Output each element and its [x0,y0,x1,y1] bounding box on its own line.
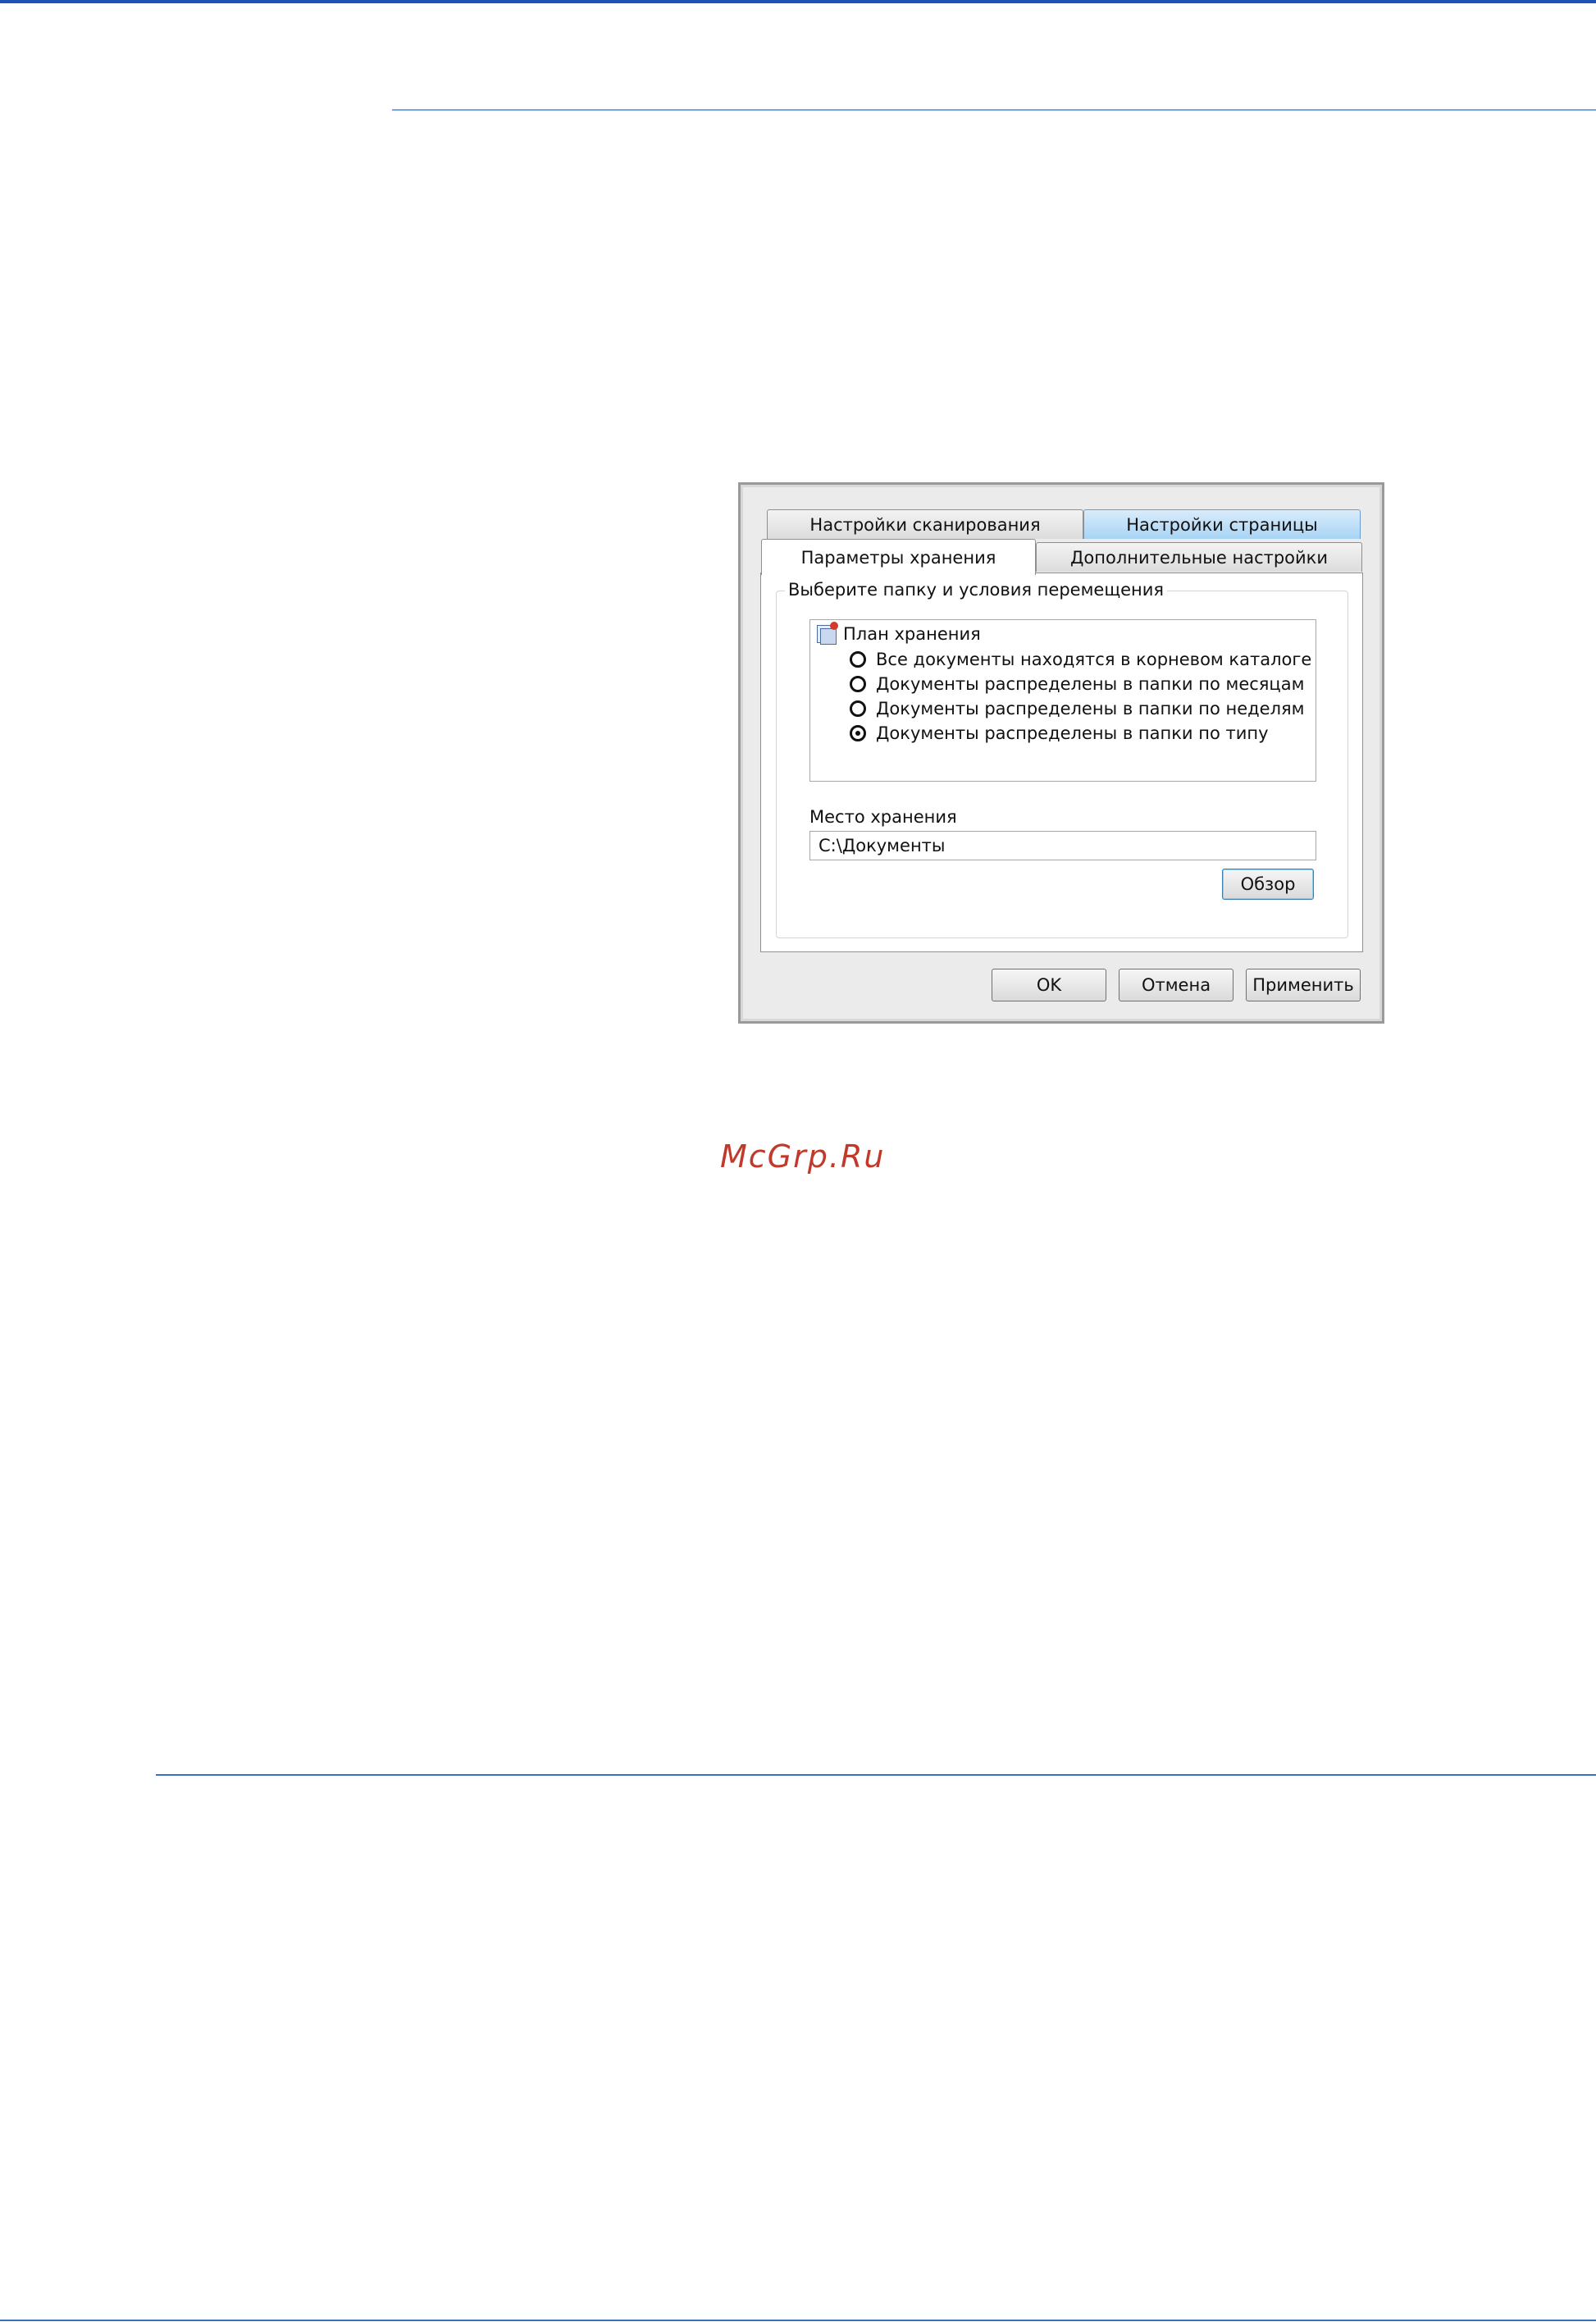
option-label: Документы распределены в папки по месяца… [876,674,1305,694]
bottom-rule [0,2320,1596,2321]
top-rule [0,0,1596,3]
footer-rule [156,1774,1596,1776]
apply-button[interactable]: Применить [1246,969,1361,1001]
option-label: Документы распределены в папки по неделя… [876,699,1305,718]
option-by-week[interactable]: Документы распределены в папки по неделя… [850,699,1304,718]
watermark-text: McGrp.Ru [720,1138,886,1175]
option-label: Документы распределены в папки по типу [876,723,1269,743]
ok-button[interactable]: OK [992,969,1106,1001]
radio-button[interactable] [850,700,866,717]
storage-plan-icon [815,622,838,645]
radio-button[interactable] [850,676,866,692]
tab-advanced-settings[interactable]: Дополнительные настройки [1036,542,1362,572]
tab-storage-options[interactable]: Параметры хранения [761,539,1036,575]
radio-button-selected[interactable] [850,725,866,741]
folder-conditions-group: Выберите папку и условия перемещения Пла… [776,580,1348,938]
storage-location-input[interactable] [809,831,1316,860]
tab-scan-settings[interactable]: Настройки сканирования [767,509,1083,539]
storage-location-label: Место хранения [809,807,957,827]
tree-root-label: План хранения [843,624,981,644]
option-by-type[interactable]: Документы распределены в папки по типу [850,723,1269,743]
tab-panel: Выберите папку и условия перемещения Пла… [760,573,1363,952]
header-rule [392,109,1596,111]
group-label: Выберите папку и условия перемещения [785,580,1168,600]
tree-root-storage-plan[interactable]: План хранения [815,622,981,645]
option-by-month[interactable]: Документы распределены в папки по месяца… [850,674,1304,694]
radio-button[interactable] [850,651,866,668]
tab-page-settings[interactable]: Настройки страницы [1083,509,1361,539]
storage-settings-dialog: Настройки сканирования Настройки страниц… [738,482,1384,1024]
cancel-button[interactable]: Отмена [1119,969,1233,1001]
option-label: Все документы находятся в корневом катал… [876,650,1312,669]
option-root-folder[interactable]: Все документы находятся в корневом катал… [850,650,1311,669]
browse-button[interactable]: Обзор [1222,869,1314,900]
storage-plan-tree: План хранения Все документы находятся в … [809,619,1316,782]
